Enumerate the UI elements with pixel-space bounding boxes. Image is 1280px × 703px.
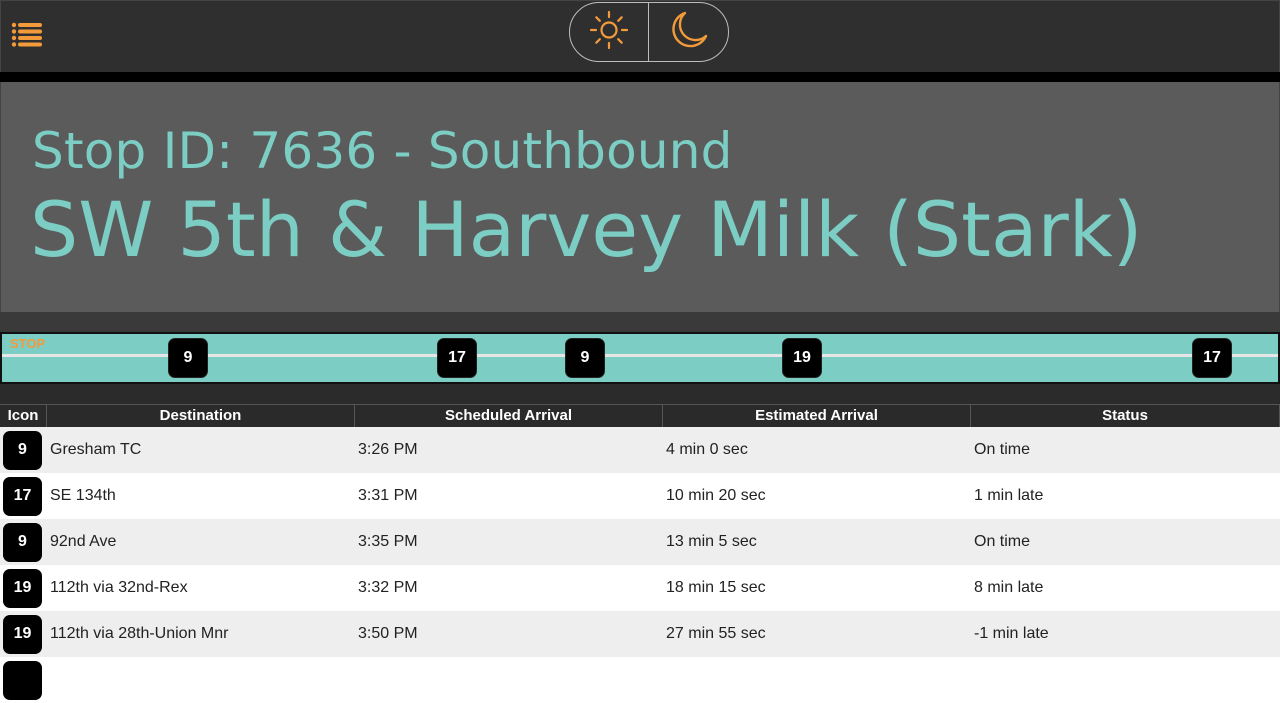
route-progress-strip: STOP 9 17 9 19 17 [0,332,1280,384]
status-cell: On time [974,441,1031,458]
status-cell: On time [974,533,1031,550]
table-row[interactable]: 9 Gresham TC 3:26 PM 4 min 0 sec On time [0,427,1280,473]
theme-toggle [569,2,729,62]
scheduled-cell: 3:31 PM [358,487,418,504]
moon-icon [667,8,711,56]
destination-cell: 112th via 28th-Union Mnr [50,625,229,642]
table-row[interactable]: 9 92nd Ave 3:35 PM 13 min 5 sec On time [0,519,1280,565]
stop-id-direction: Stop ID: 7636 - Southbound [32,122,733,180]
bus-marker[interactable]: 17 [437,338,477,378]
route-badge: 9 [3,430,42,470]
scheduled-cell: 3:35 PM [358,533,418,550]
bus-marker[interactable]: 19 [782,338,822,378]
column-header-icon[interactable]: Icon [0,405,47,427]
table-row-partial[interactable] [0,657,1280,703]
dark-mode-button[interactable] [649,3,728,61]
estimated-cell: 10 min 20 sec [666,487,766,504]
stop-header: Stop ID: 7636 - Southbound SW 5th & Harv… [0,82,1280,312]
stop-name: SW 5th & Harvey Milk (Stark) [30,185,1143,274]
route-badge: 19 [3,614,42,654]
status-cell: -1 min late [974,625,1049,642]
light-mode-button[interactable] [570,3,649,61]
scheduled-cell: 3:32 PM [358,579,418,596]
top-bar [0,0,1280,72]
bus-marker[interactable]: 17 [1192,338,1232,378]
destination-cell: SE 134th [50,487,116,504]
column-header-status[interactable]: Status [971,405,1280,427]
scheduled-cell: 3:50 PM [358,625,418,642]
estimated-cell: 4 min 0 sec [666,441,748,458]
destination-cell: 92nd Ave [50,533,117,550]
table-row[interactable]: 19 112th via 32nd-Rex 3:32 PM 18 min 15 … [0,565,1280,611]
table-row[interactable]: 17 SE 134th 3:31 PM 10 min 20 sec 1 min … [0,473,1280,519]
route-badge [3,660,42,700]
destination-cell: Gresham TC [50,441,142,458]
column-header-estimated[interactable]: Estimated Arrival [663,405,971,427]
estimated-cell: 13 min 5 sec [666,533,757,550]
route-badge: 19 [3,568,42,608]
status-cell: 8 min late [974,579,1044,596]
destination-cell: 112th via 32nd-Rex [50,579,188,596]
table-header: Icon Destination Scheduled Arrival Estim… [0,404,1280,427]
strip-spacer [0,384,1280,404]
arrivals-table: Icon Destination Scheduled Arrival Estim… [0,404,1280,703]
route-badge: 17 [3,476,42,516]
column-header-scheduled[interactable]: Scheduled Arrival [355,405,663,427]
bus-marker[interactable]: 9 [565,338,605,378]
scheduled-cell: 3:26 PM [358,441,418,458]
estimated-cell: 27 min 55 sec [666,625,766,642]
table-row[interactable]: 19 112th via 28th-Union Mnr 3:50 PM 27 m… [0,611,1280,657]
top-bar-divider [0,72,1280,82]
route-badge: 9 [3,522,42,562]
status-cell: 1 min late [974,487,1044,504]
bus-marker[interactable]: 9 [168,338,208,378]
stop-marker-label: STOP [10,336,46,351]
menu-icon[interactable] [11,21,45,51]
column-header-destination[interactable]: Destination [47,405,355,427]
sun-icon [588,9,630,55]
estimated-cell: 18 min 15 sec [666,579,766,596]
header-spacer [0,312,1280,332]
